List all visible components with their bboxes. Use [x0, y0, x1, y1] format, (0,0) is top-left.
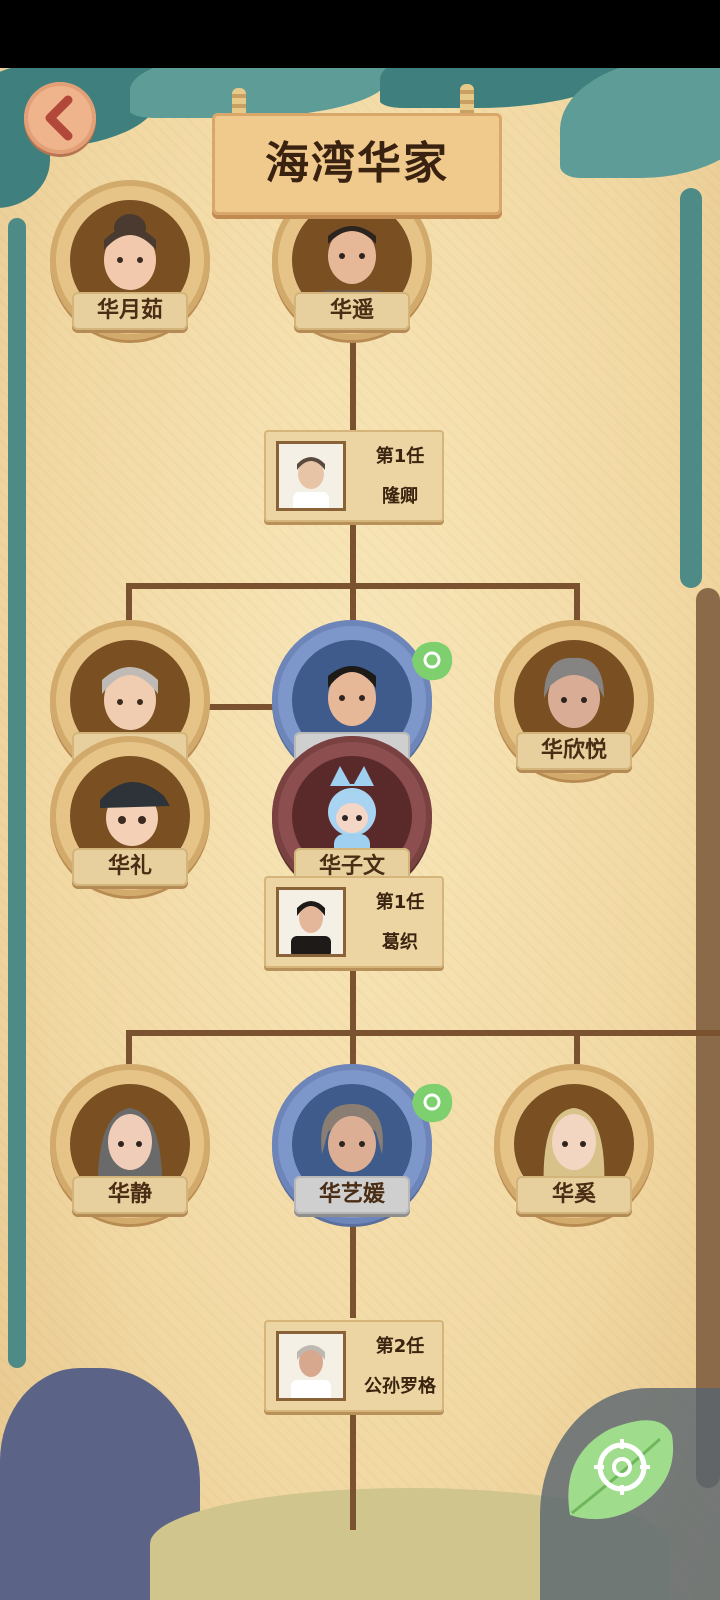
connector-line [126, 1030, 720, 1036]
family-tree-scene[interactable]: 华月茹 华遥 海湾华家 第1任 隆卿 华礼 华子文 华欣悦 第1任 葛织 华静 … [0, 68, 720, 1600]
left-vine [8, 218, 26, 1368]
member-name: 华月茹 [72, 292, 188, 330]
member-name: 华遥 [294, 292, 410, 330]
member-portrait[interactable]: 华静 [50, 1064, 210, 1224]
spouse-avatar [276, 441, 346, 511]
title-sign: 海湾华家 [212, 113, 502, 215]
member-name: 华礼 [72, 848, 188, 886]
connector-line [574, 583, 580, 623]
spouse-order: 第1任 [375, 446, 425, 467]
locate-button[interactable] [560, 1415, 680, 1525]
right-vine-top [680, 188, 702, 588]
back-button[interactable] [24, 82, 96, 154]
connector-line [350, 332, 356, 432]
spouse-card[interactable]: 第2任 公孙罗格 [264, 1320, 444, 1412]
member-name: 华奚 [516, 1176, 632, 1214]
connector-line [200, 704, 280, 710]
spouse-avatar [276, 1331, 346, 1401]
connector-line [126, 583, 580, 589]
spouse-order: 第2任 [375, 1336, 425, 1357]
member-portrait[interactable]: 华奚 [494, 1064, 654, 1224]
spouse-avatar [276, 887, 346, 957]
member-portrait[interactable]: 华子文 [272, 736, 432, 896]
page-title: 海湾华家 [265, 138, 449, 189]
leaf-badge-icon [408, 1080, 456, 1126]
spouse-order: 第1任 [375, 892, 425, 913]
member-name: 华静 [72, 1176, 188, 1214]
leaf-badge-icon [408, 638, 456, 684]
member-portrait[interactable]: 华欣悦 [494, 620, 654, 780]
spouse-card[interactable]: 第1任 葛织 [264, 876, 444, 968]
right-trunk [696, 588, 720, 1488]
member-name: 华艺媛 [294, 1176, 410, 1214]
back-arrow-icon [45, 95, 73, 141]
status-bar [0, 0, 720, 68]
leaf-target-icon [568, 1420, 674, 1520]
spouse-name: 公孙罗格 [364, 1376, 436, 1397]
connector-line [126, 583, 132, 623]
member-portrait[interactable]: 华月茹 [50, 180, 210, 340]
member-name: 华欣悦 [516, 732, 632, 770]
member-portrait[interactable]: 华礼 [50, 736, 210, 896]
spouse-card[interactable]: 第1任 隆卿 [264, 430, 444, 522]
connector-line [350, 1412, 356, 1530]
spouse-name: 葛织 [382, 932, 418, 953]
spouse-name: 隆卿 [382, 486, 418, 507]
